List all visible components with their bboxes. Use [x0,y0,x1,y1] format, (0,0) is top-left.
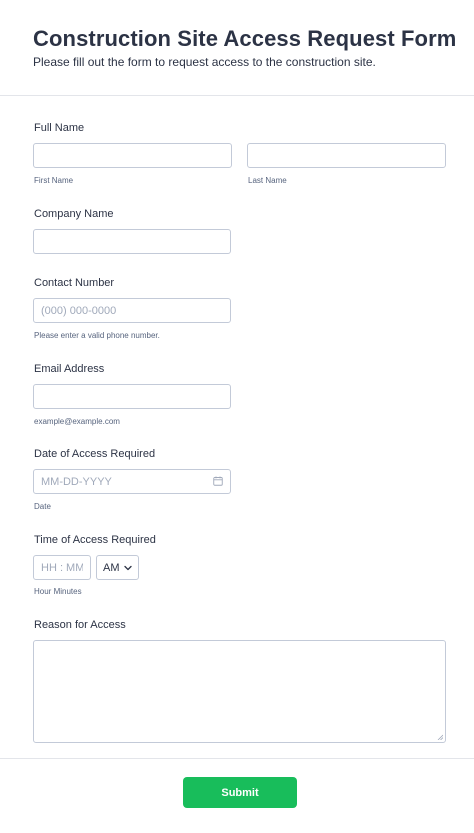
reason-textarea[interactable] [33,640,446,743]
reason-label: Reason for Access [34,619,126,631]
time-input[interactable] [33,555,91,580]
contact-number-label: Contact Number [34,277,115,289]
email-input[interactable] [33,384,231,409]
ampm-selected-value: AM [103,561,120,574]
form-title: Construction Site Access Request Form [33,26,457,51]
calendar-icon[interactable] [213,476,223,486]
email-label: Email Address [34,363,105,375]
resize-grip-icon[interactable] [437,734,443,740]
company-name-input[interactable] [33,229,231,254]
ampm-select[interactable]: AM [96,555,139,580]
last-name-input[interactable] [247,143,446,168]
full-name-label: Full Name [34,122,85,134]
chevron-down-icon [124,565,132,571]
submit-button[interactable]: Submit [183,777,297,808]
date-sublabel: Date [34,502,51,511]
company-name-label: Company Name [34,208,114,220]
time-sublabel: Hour Minutes [34,587,82,596]
time-label: Time of Access Required [34,534,156,546]
contact-number-input[interactable] [33,298,231,323]
footer-divider [0,758,474,759]
contact-number-sublabel: Please enter a valid phone number. [34,331,160,340]
last-name-sublabel: Last Name [248,176,287,185]
first-name-input[interactable] [33,143,232,168]
email-sublabel: example@example.com [34,417,120,426]
first-name-sublabel: First Name [34,176,74,185]
date-label: Date of Access Required [34,448,156,460]
form-subtitle: Please fill out the form to request acce… [33,55,376,69]
date-input[interactable] [33,469,231,494]
date-field [33,469,231,494]
header-divider [0,95,474,96]
